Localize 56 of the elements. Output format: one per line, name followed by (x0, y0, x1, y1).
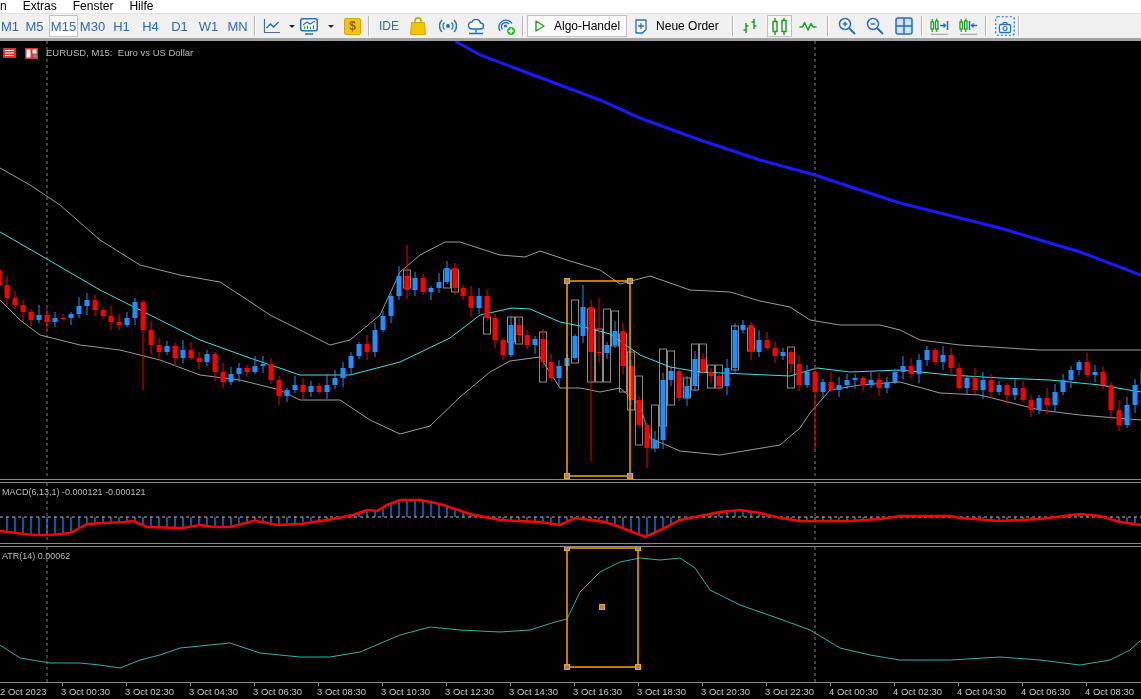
ohlc-bars-icon (742, 18, 759, 34)
time-label: 4 Oct 00:30 (829, 686, 879, 698)
timeframe-button[interactable]: H1 (107, 15, 136, 37)
broadcast-icon[interactable] (439, 19, 457, 33)
camera-icon[interactable] (994, 16, 1015, 36)
ide-button[interactable]: IDE (378, 16, 400, 36)
zoom-in-icon[interactable] (837, 17, 856, 35)
document-plus-icon (635, 18, 648, 34)
time-label: 3 Oct 06:30 (253, 686, 303, 698)
indicator-label: ATR(14) 0.00062 (2, 550, 71, 562)
menu-item[interactable]: Fenster (72, 0, 114, 12)
timeframe-button[interactable]: D1 (165, 15, 194, 37)
cloud-icon[interactable] (467, 17, 485, 35)
play-icon (535, 20, 545, 32)
time-label: 3 Oct 14:30 (509, 686, 559, 698)
time-label: 3 Oct 08:30 (317, 686, 367, 698)
rings-plus-icon[interactable] (497, 16, 516, 36)
dollar-button[interactable]: $ (344, 17, 361, 35)
timeframe-button[interactable]: M30 (78, 15, 107, 37)
time-label: 3 Oct 02:30 (125, 686, 175, 698)
time-label: 4 Oct 02:30 (893, 686, 943, 698)
candles-arrow-left-icon[interactable] (958, 17, 978, 35)
menu-item[interactable]: n (0, 0, 7, 12)
caret-icon[interactable] (289, 24, 295, 28)
chart-type-button[interactable] (766, 15, 792, 37)
time-label: 4 Oct 04:30 (957, 686, 1007, 698)
candlestick-icon (771, 17, 787, 35)
time-label: 4 Oct 06:30 (1021, 686, 1071, 698)
zoom-out-icon[interactable] (865, 17, 884, 35)
time-label: 3 Oct 18:30 (637, 686, 687, 698)
timeframe-button[interactable]: M1 (0, 15, 20, 37)
algo-trading-button[interactable]: Algo-Handel (527, 15, 628, 37)
timeframe-button[interactable]: H4 (136, 15, 165, 37)
monitor-chart-icon[interactable] (300, 17, 318, 35)
caret-icon[interactable] (328, 24, 334, 28)
menu-item[interactable]: Hilfe (129, 0, 154, 12)
time-label: 3 Oct 20:30 (701, 686, 751, 698)
indicator-label: MACD(6,13,1) -0.000121 -0.000121 (2, 486, 146, 498)
timeframe-button[interactable]: M15 (49, 15, 78, 37)
time-label: 2 Oct 2023 (0, 686, 47, 698)
candles-arrow-right-icon[interactable] (929, 17, 949, 35)
timeframe-button[interactable]: M5 (20, 15, 49, 37)
timeframe-button[interactable]: MN (223, 15, 252, 37)
line-chart-icon (799, 21, 818, 31)
grid-icon[interactable] (894, 17, 913, 35)
time-label: 3 Oct 12:30 (445, 686, 495, 698)
time-label: 3 Oct 16:30 (573, 686, 623, 698)
line-chart-icon[interactable] (263, 18, 281, 34)
timeframe-button[interactable]: W1 (194, 15, 223, 37)
time-label: 3 Oct 00:30 (61, 686, 111, 698)
menu-item[interactable]: Extras (22, 0, 57, 12)
time-label: 3 Oct 04:30 (189, 686, 239, 698)
new-order-button[interactable]: Neue Order (627, 15, 726, 37)
time-label: 3 Oct 10:30 (381, 686, 431, 698)
time-label: 4 Oct 08:30 (1085, 686, 1135, 698)
time-label: 3 Oct 22:30 (765, 686, 815, 698)
